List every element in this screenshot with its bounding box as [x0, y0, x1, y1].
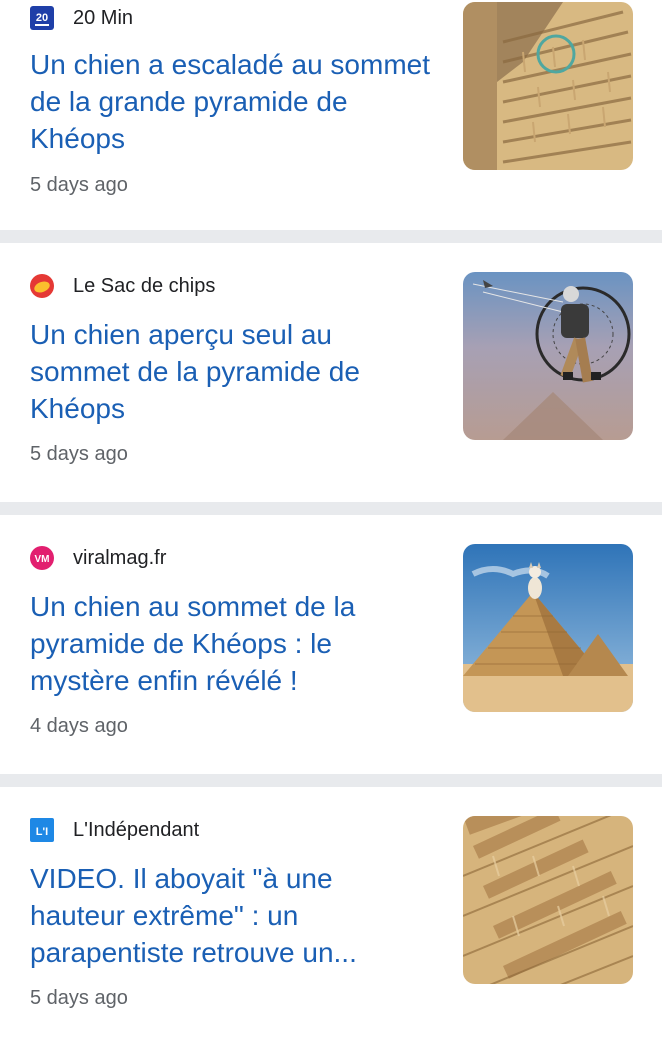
news-card[interactable]: VM viralmag.fr Un chien au sommet de la …: [0, 515, 662, 774]
logo-text: 20: [36, 12, 48, 24]
news-card[interactable]: 20 20 Min Un chien a escaladé au sommet …: [0, 0, 662, 230]
article-time: 5 days ago: [30, 987, 128, 1009]
article-title[interactable]: Un chien aperçu seul au sommet de la pyr…: [30, 316, 430, 427]
card-divider: [0, 502, 662, 515]
20-min-logo-icon: 20: [30, 6, 54, 30]
source-name: L'Indépendant: [73, 818, 200, 841]
source-row: Le Sac de chips: [30, 273, 215, 299]
article-title[interactable]: VIDEO. Il aboyait "à une hauteur extrême…: [30, 860, 430, 971]
source-row: L'I L'Indépendant: [30, 817, 199, 843]
article-title[interactable]: Un chien a escaladé au sommet de la gran…: [30, 46, 430, 157]
logo-text: L'I: [36, 826, 48, 838]
lindependant-logo-icon: L'I: [30, 818, 54, 842]
news-card[interactable]: L'I L'Indépendant VIDEO. Il aboyait "à u…: [0, 787, 662, 1037]
card-divider: [0, 230, 662, 243]
dog-on-pyramid-thumbnail[interactable]: [463, 544, 633, 712]
article-time: 4 days ago: [30, 715, 128, 737]
article-title[interactable]: Un chien au sommet de la pyramide de Khé…: [30, 588, 430, 699]
card-divider: [0, 774, 662, 787]
pyramid-stones-with-dog-thumbnail[interactable]: [463, 2, 633, 170]
pyramid-stone-blocks-thumbnail[interactable]: [463, 816, 633, 984]
le-sac-de-chips-logo-icon: [30, 274, 54, 298]
viralmag-logo-icon: VM: [30, 546, 54, 570]
article-time: 5 days ago: [30, 443, 128, 465]
paraglider-thumbnail[interactable]: [463, 272, 633, 440]
article-time: 5 days ago: [30, 174, 128, 196]
news-card[interactable]: Le Sac de chips Un chien aperçu seul au …: [0, 243, 662, 502]
source-name: 20 Min: [73, 6, 134, 29]
source-row: 20 20 Min: [30, 5, 133, 31]
source-row: VM viralmag.fr: [30, 545, 166, 571]
logo-text: VM: [35, 554, 50, 565]
source-name: Le Sac de chips: [73, 274, 216, 297]
source-name: viralmag.fr: [73, 546, 167, 569]
